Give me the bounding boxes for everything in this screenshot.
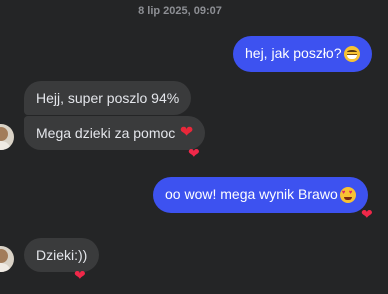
message-text: Dzieki:)) — [36, 247, 88, 263]
message-text: Mega dzieki za pomoc — [36, 125, 176, 141]
message-bubble-incoming[interactable]: Mega dzieki za pomoc ❤ — [24, 116, 206, 150]
chat-thread: 8 lip 2025, 09:07 hej, jak poszło? Hejj,… — [0, 0, 388, 294]
grinning-sweat-emoji-icon — [343, 46, 360, 62]
red-heart-emoji-icon: ❤ — [179, 124, 194, 141]
heart-reaction-icon[interactable]: ❤ — [74, 268, 86, 282]
message-text: hej, jak poszło? — [245, 45, 342, 61]
message-text: oo wow! mega wynik Brawo — [165, 186, 338, 202]
message-bubble-outgoing[interactable]: oo wow! mega wynik Brawo ♥ ♥ — [153, 177, 368, 213]
message-bubble-outgoing[interactable]: hej, jak poszło? — [233, 36, 372, 72]
heart-reaction-icon[interactable]: ❤ — [361, 207, 373, 221]
message-timestamp: 8 lip 2025, 09:07 — [138, 5, 222, 17]
message-bubble-incoming[interactable]: Dzieki:)) — [24, 238, 100, 272]
message-text: Hejj, super poszlo 94% — [36, 90, 180, 106]
heart-eyes-emoji-icon: ♥ ♥ — [339, 187, 356, 203]
avatar[interactable] — [0, 246, 14, 272]
heart-reaction-icon[interactable]: ❤ — [188, 146, 200, 160]
avatar[interactable] — [0, 124, 14, 150]
message-bubble-incoming[interactable]: Hejj, super poszlo 94% — [24, 81, 192, 115]
